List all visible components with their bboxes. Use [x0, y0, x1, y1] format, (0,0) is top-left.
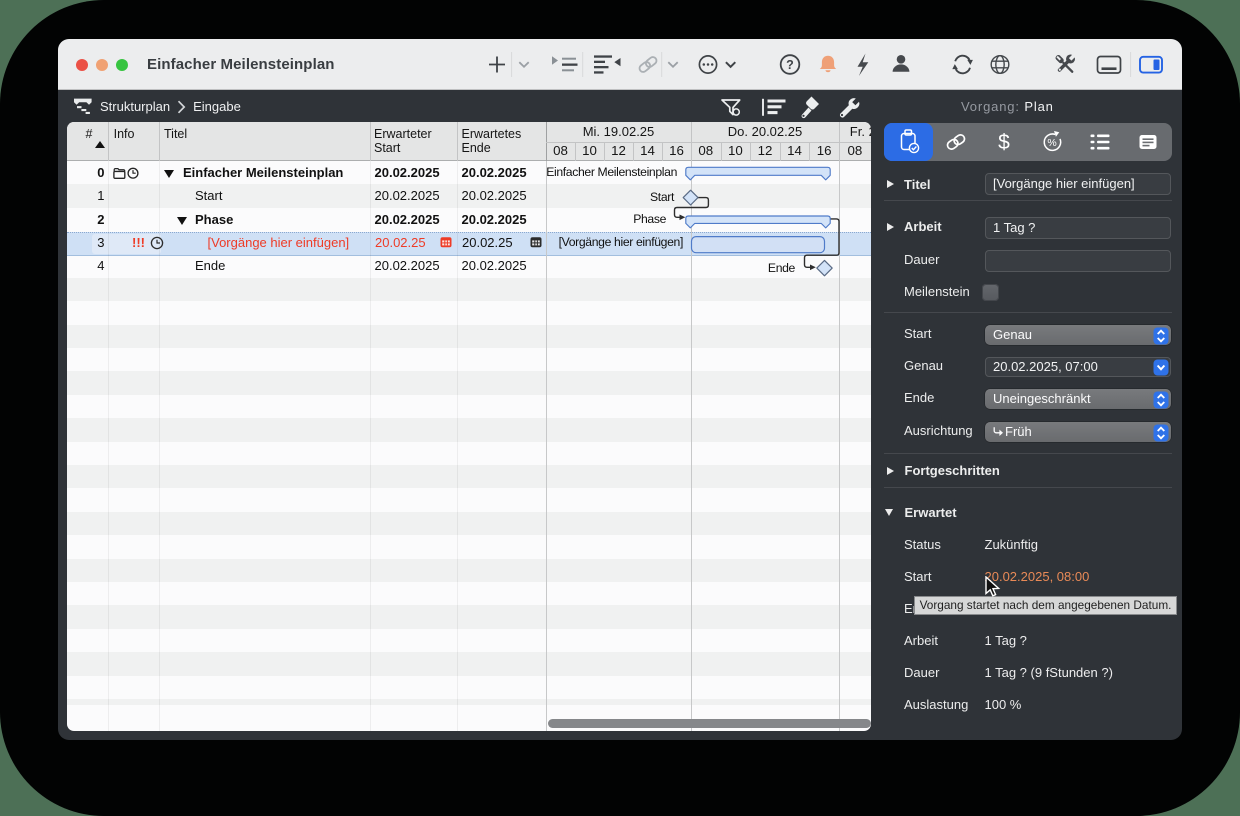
svg-text:?: ? [786, 58, 794, 72]
svg-text:%: % [1047, 137, 1056, 149]
svg-text:$: $ [998, 131, 1010, 154]
